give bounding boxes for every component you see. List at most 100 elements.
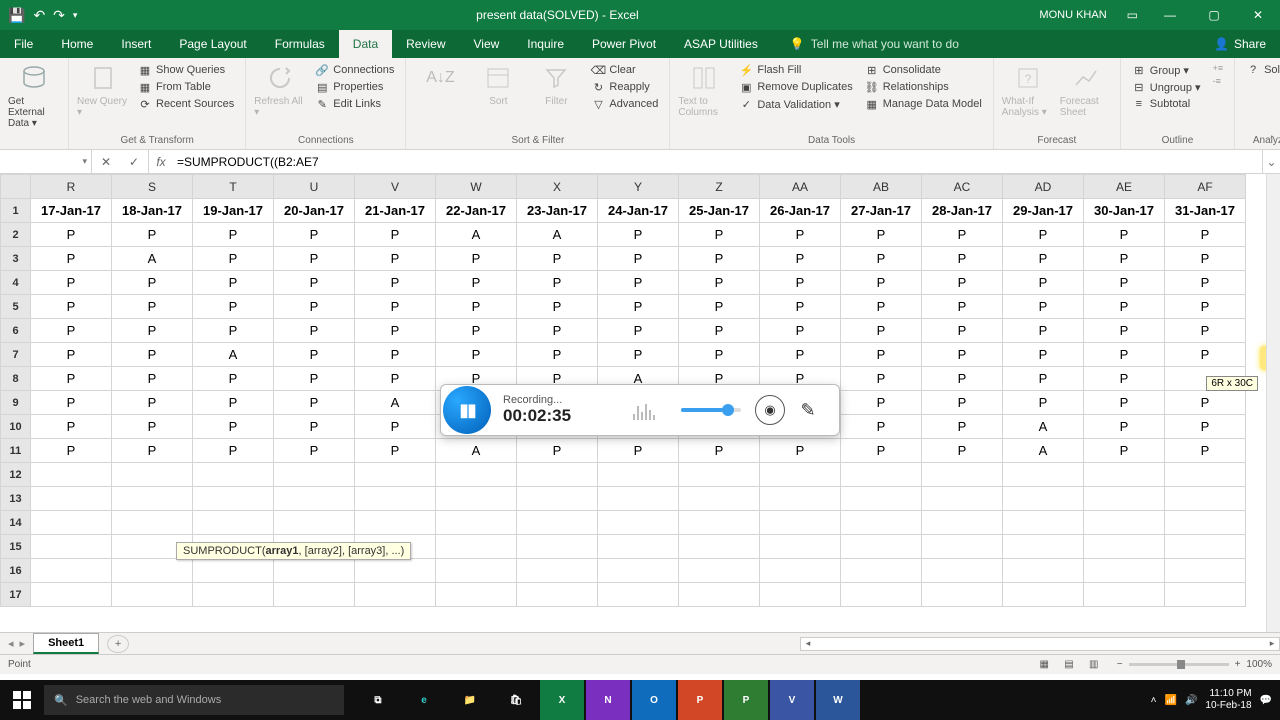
cell[interactable] bbox=[1165, 583, 1246, 607]
column-header[interactable]: X bbox=[517, 175, 598, 199]
column-header[interactable]: AC bbox=[922, 175, 1003, 199]
cell[interactable]: P bbox=[355, 223, 436, 247]
cell[interactable]: P bbox=[31, 439, 112, 463]
sort-az-button[interactable]: A↓Z bbox=[414, 62, 466, 94]
horizontal-scrollbar[interactable]: ◂ ▸ bbox=[800, 637, 1280, 651]
app-store[interactable]: 🛍 bbox=[494, 680, 538, 720]
cell[interactable]: P bbox=[517, 295, 598, 319]
show-detail-button[interactable]: +≡ bbox=[1210, 62, 1227, 74]
row-header[interactable]: 10 bbox=[1, 415, 31, 439]
enter-formula-button[interactable]: ✓ bbox=[120, 155, 148, 169]
share-button[interactable]: 👤 Share bbox=[1200, 30, 1280, 58]
cell[interactable]: P bbox=[1003, 367, 1084, 391]
cell[interactable]: P bbox=[841, 439, 922, 463]
cell[interactable]: P bbox=[760, 319, 841, 343]
normal-view-button[interactable]: ▦ bbox=[1033, 659, 1055, 670]
advanced-button[interactable]: ▽Advanced bbox=[588, 96, 661, 112]
cell[interactable] bbox=[517, 559, 598, 583]
cell[interactable]: P bbox=[922, 367, 1003, 391]
cell[interactable]: P bbox=[841, 367, 922, 391]
cell[interactable]: P bbox=[1084, 343, 1165, 367]
column-header[interactable]: Z bbox=[679, 175, 760, 199]
cell[interactable] bbox=[1003, 559, 1084, 583]
cell[interactable]: P bbox=[274, 391, 355, 415]
tab-file[interactable]: File bbox=[0, 30, 47, 58]
tab-asap[interactable]: ASAP Utilities bbox=[670, 30, 772, 58]
cell[interactable]: P bbox=[922, 415, 1003, 439]
tab-inquire[interactable]: Inquire bbox=[513, 30, 578, 58]
cell[interactable] bbox=[1165, 535, 1246, 559]
tab-power-pivot[interactable]: Power Pivot bbox=[578, 30, 670, 58]
column-header[interactable]: T bbox=[193, 175, 274, 199]
expand-formula-bar-icon[interactable]: ⌄ bbox=[1262, 150, 1280, 173]
cell[interactable]: P bbox=[598, 271, 679, 295]
cell[interactable]: P bbox=[598, 343, 679, 367]
cell[interactable]: A bbox=[193, 343, 274, 367]
cell[interactable]: P bbox=[274, 319, 355, 343]
text-to-columns-button[interactable]: Text to Columns bbox=[678, 62, 730, 118]
sheet-tab-sheet1[interactable]: Sheet1 bbox=[33, 633, 99, 654]
row-header[interactable]: 16 bbox=[1, 559, 31, 583]
cell[interactable] bbox=[355, 511, 436, 535]
get-external-data-button[interactable]: Get External Data ▾ bbox=[8, 62, 60, 129]
cell[interactable]: P bbox=[1165, 343, 1246, 367]
start-button[interactable] bbox=[0, 680, 44, 720]
cell[interactable] bbox=[355, 487, 436, 511]
reapply-button[interactable]: ↻Reapply bbox=[588, 79, 661, 95]
cell[interactable]: P bbox=[598, 319, 679, 343]
cell[interactable]: P bbox=[841, 223, 922, 247]
cell[interactable] bbox=[436, 559, 517, 583]
cell[interactable]: 18-Jan-17 bbox=[112, 199, 193, 223]
ribbon-display-icon[interactable]: ▭ bbox=[1117, 8, 1148, 22]
cell[interactable] bbox=[112, 463, 193, 487]
cell[interactable]: P bbox=[922, 391, 1003, 415]
cell[interactable]: P bbox=[436, 343, 517, 367]
cell[interactable]: P bbox=[274, 367, 355, 391]
cell[interactable] bbox=[355, 463, 436, 487]
cell[interactable]: P bbox=[841, 271, 922, 295]
cell[interactable]: P bbox=[1084, 391, 1165, 415]
clock[interactable]: 11:10 PM 10-Feb-18 bbox=[1205, 688, 1251, 712]
tab-home[interactable]: Home bbox=[47, 30, 107, 58]
cell[interactable] bbox=[517, 535, 598, 559]
cell[interactable]: P bbox=[193, 439, 274, 463]
cell[interactable] bbox=[193, 463, 274, 487]
cell[interactable] bbox=[841, 559, 922, 583]
redo-icon[interactable]: ↷ bbox=[53, 7, 65, 24]
cell[interactable]: P bbox=[1165, 295, 1246, 319]
cell[interactable]: P bbox=[598, 439, 679, 463]
cell[interactable]: P bbox=[679, 295, 760, 319]
user-name[interactable]: MONU KHAN bbox=[1029, 9, 1116, 21]
remove-duplicates-button[interactable]: ▣Remove Duplicates bbox=[736, 79, 855, 95]
row-header[interactable]: 2 bbox=[1, 223, 31, 247]
clear-button[interactable]: ⌫Clear bbox=[588, 62, 661, 78]
cell[interactable] bbox=[517, 487, 598, 511]
cell[interactable] bbox=[922, 535, 1003, 559]
cell[interactable]: P bbox=[112, 415, 193, 439]
cell[interactable] bbox=[436, 463, 517, 487]
cell[interactable]: P bbox=[922, 223, 1003, 247]
sort-button[interactable]: Sort bbox=[472, 62, 524, 107]
cell[interactable]: P bbox=[598, 247, 679, 271]
consolidate-button[interactable]: ⊞Consolidate bbox=[862, 62, 985, 78]
cell[interactable]: P bbox=[31, 295, 112, 319]
cell[interactable] bbox=[679, 583, 760, 607]
cell[interactable]: 25-Jan-17 bbox=[679, 199, 760, 223]
cell[interactable] bbox=[1084, 463, 1165, 487]
cell[interactable]: 23-Jan-17 bbox=[517, 199, 598, 223]
cell[interactable]: A bbox=[1003, 439, 1084, 463]
cell[interactable] bbox=[1003, 535, 1084, 559]
cell[interactable]: P bbox=[517, 247, 598, 271]
cell[interactable] bbox=[760, 487, 841, 511]
cell[interactable]: P bbox=[760, 295, 841, 319]
cell[interactable] bbox=[1003, 583, 1084, 607]
cell[interactable]: P bbox=[355, 367, 436, 391]
cell[interactable]: P bbox=[193, 295, 274, 319]
zoom-level[interactable]: 100% bbox=[1246, 659, 1272, 670]
cell[interactable] bbox=[1084, 583, 1165, 607]
row-header[interactable]: 17 bbox=[1, 583, 31, 607]
cell[interactable]: 21-Jan-17 bbox=[355, 199, 436, 223]
annotate-button[interactable]: ✎ bbox=[793, 395, 823, 425]
cell[interactable] bbox=[355, 583, 436, 607]
cell[interactable] bbox=[436, 535, 517, 559]
